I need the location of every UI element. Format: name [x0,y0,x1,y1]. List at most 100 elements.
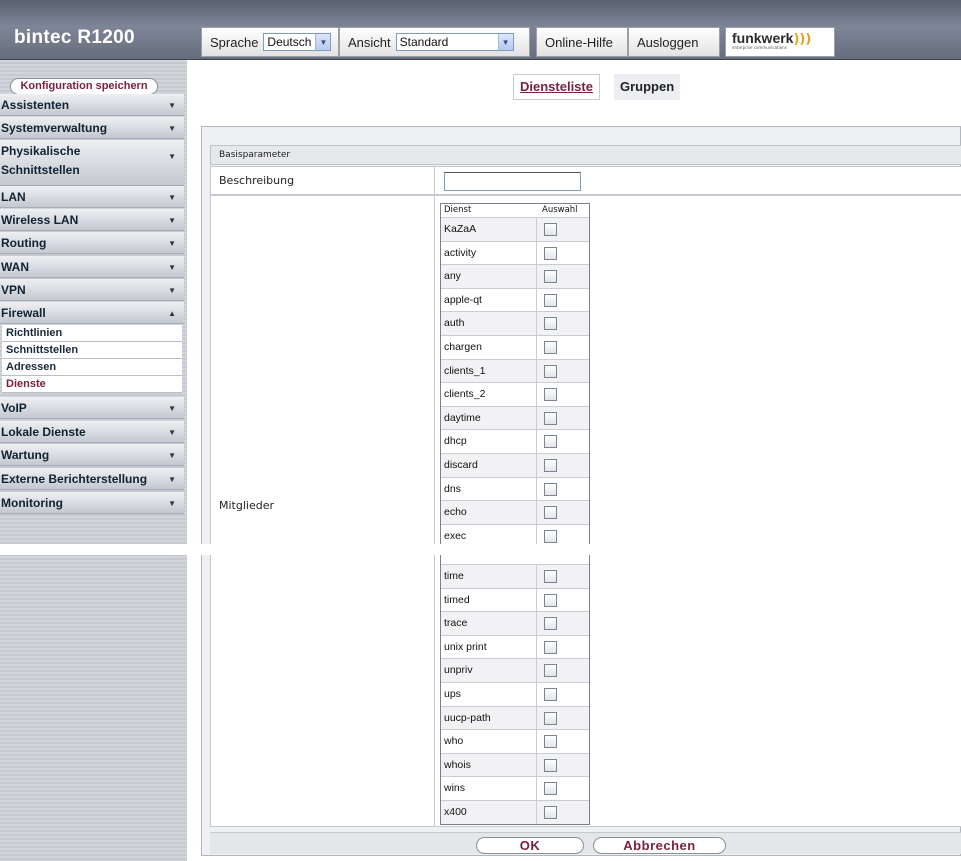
help-link[interactable]: Online-Hilfe [536,27,628,57]
mitglieder-cell: Mitglieder [210,195,435,827]
service-checkbox[interactable] [544,782,557,796]
service-checkbox[interactable] [544,640,557,654]
sidebar-item-label: VPN [1,283,26,297]
sidebar-item-lan[interactable]: LAN ▼ [0,186,184,208]
service-checkbox[interactable] [544,506,557,520]
chevron-up-icon: ▲ [168,309,176,318]
service-checkbox[interactable] [544,341,557,354]
sidebar-item-label: Lokale Dienste [1,425,86,439]
service-checkbox[interactable] [544,482,557,496]
sidebar-item-label: WAN [1,260,29,274]
sidebar-subitem-schnittstellen[interactable]: Schnittstellen [2,342,182,359]
chevron-down-icon: ▼ [315,34,331,50]
column-divider [536,565,537,588]
chevron-down-icon: ▼ [497,34,513,50]
mitglieder-value-cell: Dienst Auswahl KaZaA activity any apple-qt a… [435,195,961,827]
beschreibung-cell [435,166,961,195]
tab-diensteliste[interactable]: Diensteliste [513,74,600,100]
service-checkbox[interactable] [544,317,557,331]
sidebar-item-externe-berichterstellung[interactable]: Externe Berichterstellung ▼ [0,468,184,490]
sidebar-subitem-adressen[interactable]: Adressen [2,359,182,376]
tab-gruppen[interactable]: Gruppen [614,74,681,100]
cancel-button[interactable]: Abbrechen [593,837,726,854]
service-checkbox[interactable] [544,364,557,378]
sidebar-item-voip[interactable]: VoIP ▼ [0,397,184,419]
column-divider [536,777,537,800]
sidebar-subitem-dienste[interactable]: Dienste [2,376,182,393]
service-name: unpriv [444,664,473,677]
service-checkbox[interactable] [544,617,557,631]
service-row: dhcp [441,429,589,453]
service-row: apple-qt [441,287,589,312]
column-divider [536,265,537,288]
view-selector: Ansicht Standard ▼ [339,27,530,57]
service-checkbox[interactable] [544,529,557,543]
service-checkbox[interactable] [544,459,557,472]
sidebar-item-lokale-dienste[interactable]: Lokale Dienste ▼ [0,421,184,443]
service-name: dhcp [444,435,467,448]
service-row: trace [441,611,589,635]
sidebar-item-vpn[interactable]: VPN ▼ [0,279,184,301]
service-checkbox[interactable] [544,688,557,701]
sidebar-item-monitoring[interactable]: Monitoring ▼ [0,492,184,514]
service-checkbox[interactable] [544,664,557,678]
service-name: any [444,270,461,283]
service-checkbox[interactable] [544,411,557,425]
service-row: uucp-path [441,705,589,730]
service-checkbox[interactable] [544,570,557,583]
service-checkbox[interactable] [544,593,557,607]
column-divider [536,359,537,383]
service-checkbox[interactable] [544,758,557,772]
ok-button[interactable]: OK [476,837,584,854]
top-bar: bintec R1200 Sprache Deutsch ▼ Ansicht S… [0,0,961,60]
service-checkbox[interactable] [544,711,557,725]
service-checkbox[interactable] [544,223,557,236]
save-configuration-button[interactable]: Konfiguration speichern [10,78,158,95]
service-checkbox[interactable] [544,246,557,260]
sidebar-item-physikalische-schnittstellen[interactable]: Physikalische Schnittstellen ▼ [0,140,184,186]
view-label: Ansicht [348,34,391,50]
sidebar-item-systemverwaltung[interactable]: Systemverwaltung ▼ [0,117,184,139]
column-divider [536,430,537,453]
sidebar-item-wan[interactable]: WAN ▼ [0,256,184,278]
sidebar-item-assistenten[interactable]: Assistenten ▼ [0,94,184,116]
column-divider [536,801,537,824]
column-divider [536,383,537,406]
sidebar-item-wartung[interactable]: Wartung ▼ [0,444,184,466]
beschreibung-input[interactable] [444,172,581,191]
service-table-header: Dienst Auswahl [441,204,589,217]
service-row: unpriv [441,658,589,682]
service-checkbox[interactable] [544,388,557,402]
service-row: time [441,564,589,588]
service-name: daytime [444,411,481,424]
column-divider [536,312,537,335]
sidebar-subitem-richtlinien[interactable]: Richtlinien [2,325,182,342]
view-select[interactable]: Standard ▼ [395,33,514,51]
sidebar-item-label: Firewall [1,306,46,320]
language-select[interactable]: Deutsch ▼ [263,33,332,51]
sidebar-item-routing[interactable]: Routing ▼ [0,232,184,254]
sidebar-item-label: Assistenten [1,98,70,112]
service-checkbox[interactable] [544,435,557,449]
service-checkbox[interactable] [544,293,557,307]
sidebar-item-label: Systemverwaltung [1,121,108,135]
chevron-down-icon: ▼ [168,428,176,437]
chevron-down-icon: ▼ [168,152,176,161]
service-checkbox[interactable] [544,270,557,284]
brand-title: bintec R1200 [14,27,135,48]
logo-word: funkwerk [732,30,794,46]
sidebar-item-firewall[interactable]: Firewall ▲ [0,302,184,324]
chevron-down-icon: ▼ [168,499,176,508]
language-value: Deutsch [267,35,312,49]
column-divider [536,288,537,312]
service-checkbox[interactable] [544,735,557,749]
logo-waves: ))) [793,32,812,47]
sidebar-item-wireless-lan[interactable]: Wireless LAN ▼ [0,209,184,231]
service-row: any [441,264,589,288]
service-row: wins [441,776,589,800]
service-checkbox[interactable] [544,806,557,819]
sidebar-item-label: Monitoring [1,496,63,510]
service-name: exec [444,529,467,542]
logout-link[interactable]: Ausloggen [628,27,720,57]
sidebar: Konfiguration speichern Assistenten ▼ Sy… [0,60,187,861]
